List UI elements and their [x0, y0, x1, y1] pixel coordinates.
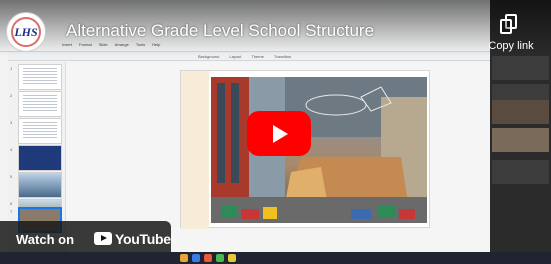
taskbar-app-icon [216, 254, 224, 262]
video-player[interactable]: Insert Format Slide Arrange Tools Help B… [0, 0, 551, 264]
youtube-logo-icon [94, 232, 112, 245]
copy-link-label: Copy link [488, 40, 534, 52]
taskbar-app-icon [204, 254, 212, 262]
taskbar-app-icon [228, 254, 236, 262]
slide-thumbnail [18, 172, 62, 198]
slide-number: 7 [10, 209, 13, 214]
atrium-illustration [211, 77, 427, 223]
os-taskbar [0, 252, 551, 264]
slide-number: 6 [10, 201, 13, 206]
slide-number: 5 [10, 174, 13, 179]
slide-number: 2 [10, 93, 13, 98]
participant-tile [492, 160, 549, 184]
slide-thumbnail [18, 64, 62, 90]
video-title[interactable]: Alternative Grade Level School Structure [66, 21, 374, 41]
play-button[interactable] [247, 111, 311, 156]
participant-tile [492, 56, 549, 80]
school-atrium-image [211, 77, 427, 223]
copy-link-button[interactable]: Copy link [478, 12, 544, 56]
participant-video [492, 128, 549, 152]
slide-number: 1 [10, 66, 13, 71]
copy-icon [500, 14, 518, 34]
channel-avatar[interactable]: LHS [6, 12, 46, 52]
participant-video [492, 100, 549, 124]
slide-thumbnail [18, 91, 62, 117]
slide-thumbnail [18, 118, 62, 144]
watch-on-label: Watch on [16, 232, 75, 247]
logo-ring [11, 17, 41, 47]
play-icon [273, 125, 288, 143]
taskbar-app-icon [192, 254, 200, 262]
taskbar-app-icon [180, 254, 188, 262]
youtube-wordmark: YouTube [115, 231, 171, 247]
slide-number: 4 [10, 147, 13, 152]
slide-decoration [181, 71, 209, 229]
slide-number: 3 [10, 120, 13, 125]
slide-thumbnail [18, 145, 62, 171]
